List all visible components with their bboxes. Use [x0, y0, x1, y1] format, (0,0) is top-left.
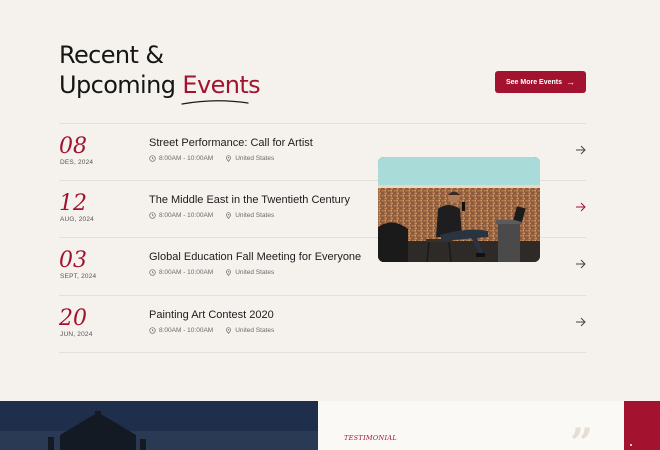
quote-mark-icon: ” — [570, 420, 594, 450]
event-meta: 8:00AM - 10:00AM United States — [149, 327, 274, 334]
event-location: United States — [235, 155, 275, 162]
event-day: 12 — [59, 191, 87, 216]
event-title[interactable]: Street Performance: Call for Artist — [149, 137, 313, 149]
event-location: United States — [235, 327, 275, 334]
event-month: JUN, 2024 — [60, 331, 93, 338]
arrow-right-icon[interactable] — [575, 259, 586, 269]
testimonial-label: TESTIMONIAL — [344, 434, 397, 442]
event-title[interactable]: Global Education Fall Meeting for Everyo… — [149, 251, 361, 263]
event-time: 8:00AM - 10:00AM — [159, 155, 214, 162]
bottom-building-image — [0, 401, 318, 450]
event-day: 20 — [59, 306, 87, 331]
event-photo — [378, 157, 540, 262]
event-month: DES, 2024 — [60, 159, 94, 166]
event-time: 8:00AM - 10:00AM — [159, 327, 214, 334]
event-title[interactable]: Painting Art Contest 2020 — [149, 309, 274, 321]
event-location: United States — [235, 212, 275, 219]
event-meta: 8:00AM - 10:00AM United States — [149, 212, 274, 219]
clock-icon — [149, 327, 156, 334]
event-day: 08 — [59, 134, 87, 159]
map-pin-icon — [226, 327, 232, 334]
underline-swoosh-icon — [181, 100, 250, 105]
arrow-right-icon[interactable] — [575, 202, 586, 212]
event-time: 8:00AM - 10:00AM — [159, 212, 214, 219]
heading-line-2: Upcoming Events — [59, 70, 261, 105]
heading-accent-text: Events — [182, 71, 261, 99]
arrow-right-icon: → — [566, 76, 576, 87]
heading-line-1: Recent & — [59, 41, 164, 69]
event-meta: 8:00AM - 10:00AM United States — [149, 269, 274, 276]
speaker-photo-image — [378, 157, 540, 262]
event-time: 8:00AM - 10:00AM — [159, 269, 214, 276]
clock-icon — [149, 269, 156, 276]
section-heading: Recent & Upcoming Events — [59, 40, 261, 105]
event-row[interactable]: 20 JUN, 2024 Painting Art Contest 2020 8… — [59, 295, 586, 352]
building-photo-image — [0, 401, 318, 450]
divider — [59, 352, 586, 353]
see-more-events-button[interactable]: See More Events → — [495, 71, 586, 93]
event-month: SEPT, 2024 — [60, 273, 97, 280]
testimonial-accent-panel — [624, 401, 660, 450]
arrow-right-icon[interactable] — [575, 317, 586, 327]
heading-accent: Events — [181, 70, 261, 105]
event-meta: 8:00AM - 10:00AM United States — [149, 155, 274, 162]
event-title[interactable]: The Middle East in the Twentieth Century — [149, 194, 350, 206]
map-pin-icon — [226, 155, 232, 162]
clock-icon — [149, 155, 156, 162]
arrow-right-icon[interactable] — [575, 145, 586, 155]
event-month: AUG, 2024 — [60, 216, 94, 223]
clock-icon — [149, 212, 156, 219]
event-location: United States — [235, 269, 275, 276]
map-pin-icon — [226, 212, 232, 219]
event-day: 03 — [59, 248, 87, 273]
slider-dot[interactable] — [630, 444, 632, 446]
see-more-events-label: See More Events — [505, 78, 563, 86]
map-pin-icon — [226, 269, 232, 276]
heading-line-2-prefix: Upcoming — [59, 71, 183, 99]
